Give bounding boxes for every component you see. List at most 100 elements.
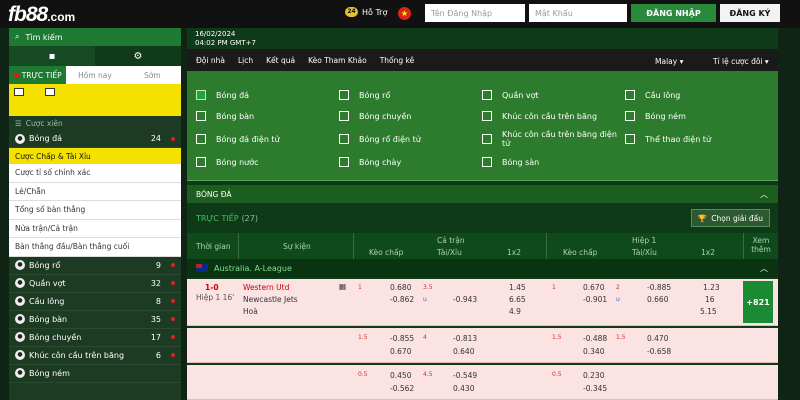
parlay-section[interactable]: ☰ Cược xiên [9,116,181,130]
checkbox[interactable] [339,111,349,121]
nav-schedule[interactable]: Lịch [238,56,253,65]
odds-cell[interactable]: 0.430 [453,384,474,393]
bet-slip-icon[interactable]: ⚙ [95,46,181,66]
checkbox[interactable] [482,157,492,167]
sidebar-item-table-tennis[interactable]: ● Bóng bàn 35 [9,311,181,329]
odds-type-select[interactable]: Malay ▾ [655,57,683,66]
sidebar-item-badminton[interactable]: ● Cầu lông 8 [9,293,181,311]
username-input[interactable] [425,4,525,22]
home-team[interactable]: Western Utd [243,283,289,292]
odds-cell[interactable]: -0.345 [583,384,607,393]
filter-esports[interactable]: Thể thao điện tử [625,134,711,144]
search-bar[interactable]: ⌕ Tìm kiếm [9,28,181,46]
filter-volleyball[interactable]: Bóng chuyền [339,111,411,121]
filter-ice-hockey[interactable]: Khúc côn cầu trên băng [482,111,597,121]
odds-cell[interactable]: -0.885 [647,283,671,292]
checkbox[interactable] [482,134,492,144]
checkbox[interactable] [625,90,635,100]
rate-select[interactable]: Tỉ lệ cược đôi ▾ [713,57,769,66]
stats-icon[interactable]: ▦ [339,282,346,291]
filter-e-basketball[interactable]: Bóng rổ điện tử [339,134,421,144]
nav-stats[interactable]: Thống kê [380,56,415,65]
odds-cell[interactable]: 16 [705,295,715,304]
checkbox[interactable] [196,90,206,100]
odds-cell[interactable]: 0.670 [390,347,411,356]
register-button[interactable]: ĐĂNG KÝ [720,4,780,22]
filter-floorball[interactable]: Bóng sàn [482,157,539,167]
checkbox[interactable] [196,134,206,144]
nav-tips[interactable]: Kèo Tham Khảo [308,56,367,65]
checkbox[interactable] [482,111,492,121]
checkbox[interactable] [196,111,206,121]
bet-type-item[interactable]: Cược tỉ số chính xác [9,164,181,183]
section-football[interactable]: BÓNG ĐÁ ︿ [187,185,778,203]
checkbox[interactable] [339,134,349,144]
sidebar-item-basketball[interactable]: ● Bóng rổ 9 [9,257,181,275]
bet-type-item[interactable]: Lẻ/Chẵn [9,182,181,201]
vietnam-flag-icon[interactable]: ★ [398,7,411,20]
odds-cell[interactable]: 0.340 [583,347,604,356]
single-view-icon[interactable] [14,88,24,96]
odds-cell[interactable]: -0.813 [453,334,477,343]
tab-today[interactable]: Hôm nay [66,66,123,84]
filter-e-ice-hockey[interactable]: Khúc côn cầu trên băng điện tử [482,130,622,148]
double-view-icon[interactable] [45,88,55,96]
filter-water-polo[interactable]: Bóng nước [196,157,259,167]
filter-baseball[interactable]: Bóng chày [339,157,401,167]
odds-cell[interactable]: 0.670 [583,283,604,292]
choose-league-button[interactable]: 🏆 Chọn giải đấu [690,209,770,227]
filter-table-tennis[interactable]: Bóng bàn [196,111,254,121]
login-button[interactable]: ĐĂNG NHẬP [631,4,716,22]
checkbox[interactable] [482,90,492,100]
odds-cell[interactable]: 1.23 [703,283,720,292]
sidebar-item-handball[interactable]: ● Bóng ném [9,365,181,383]
odds-cell[interactable]: -0.658 [647,347,671,356]
sidebar-item-ice-hockey[interactable]: ● Khúc côn cầu trên băng 6 [9,347,181,365]
odds-cell[interactable]: -0.488 [583,334,607,343]
help-link[interactable]: 24 Hỗ Trợ [345,7,387,17]
odds-cell[interactable]: 0.640 [453,347,474,356]
sidebar-item-tennis[interactable]: ● Quần vợt 32 [9,275,181,293]
chevron-up-icon[interactable]: ︿ [760,189,768,200]
odds-cell[interactable]: -0.901 [583,295,607,304]
more-markets-button[interactable]: +821 [743,281,773,323]
league-header[interactable]: Australia. A-League ︿ [187,259,778,277]
bet-type-item[interactable]: Tổng số bàn thắng [9,201,181,220]
checkbox[interactable] [625,134,635,144]
odds-cell[interactable]: 6.65 [509,295,526,304]
odds-cell[interactable]: 1.45 [509,283,526,292]
odds-cell[interactable]: 0.680 [390,283,411,292]
odds-cell[interactable]: 0.230 [583,371,604,380]
checkbox[interactable] [339,157,349,167]
away-team[interactable]: Newcastle Jets [243,295,298,304]
odds-cell[interactable]: 5.15 [700,307,717,316]
tab-early[interactable]: Sớm [124,66,181,84]
nav-home-team[interactable]: Đội nhà [196,56,225,65]
odds-cell[interactable]: -0.855 [390,334,414,343]
sidebar-item-volleyball[interactable]: ● Bóng chuyền 17 [9,329,181,347]
odds-cell[interactable]: 4.9 [509,307,521,316]
filter-tennis[interactable]: Quần vợt [482,90,539,100]
filter-handball[interactable]: Bóng ném [625,111,686,121]
chat-bubble-icon[interactable]: ▪ [9,46,95,66]
filter-basketball[interactable]: Bóng rổ [339,90,390,100]
logo[interactable]: fb88.com [8,3,75,27]
bet-type-item[interactable]: Cược Chấp & Tài Xỉu [9,148,181,164]
odds-cell[interactable]: -0.943 [453,295,477,304]
tab-live[interactable]: TRỰC TIẾP [9,66,67,84]
odds-cell[interactable]: 0.450 [390,371,411,380]
odds-cell[interactable]: 0.660 [647,295,668,304]
nav-results[interactable]: Kết quả [266,56,295,65]
sidebar-item-football[interactable]: ● Bóng đá 24 [9,130,181,148]
filter-e-football[interactable]: Bóng đá điện tử [196,134,280,144]
odds-cell[interactable]: -0.549 [453,371,477,380]
odds-cell[interactable]: -0.562 [390,384,414,393]
chevron-up-icon[interactable]: ︿ [760,263,768,274]
checkbox[interactable] [339,90,349,100]
filter-football[interactable]: Bóng đá [196,90,249,100]
bet-type-item[interactable]: Nửa trận/Cả trận [9,219,181,238]
bet-type-item[interactable]: Bàn thắng đầu/Bàn thắng cuối [9,238,181,257]
password-input[interactable] [529,4,627,22]
odds-cell[interactable]: -0.862 [390,295,414,304]
checkbox[interactable] [625,111,635,121]
